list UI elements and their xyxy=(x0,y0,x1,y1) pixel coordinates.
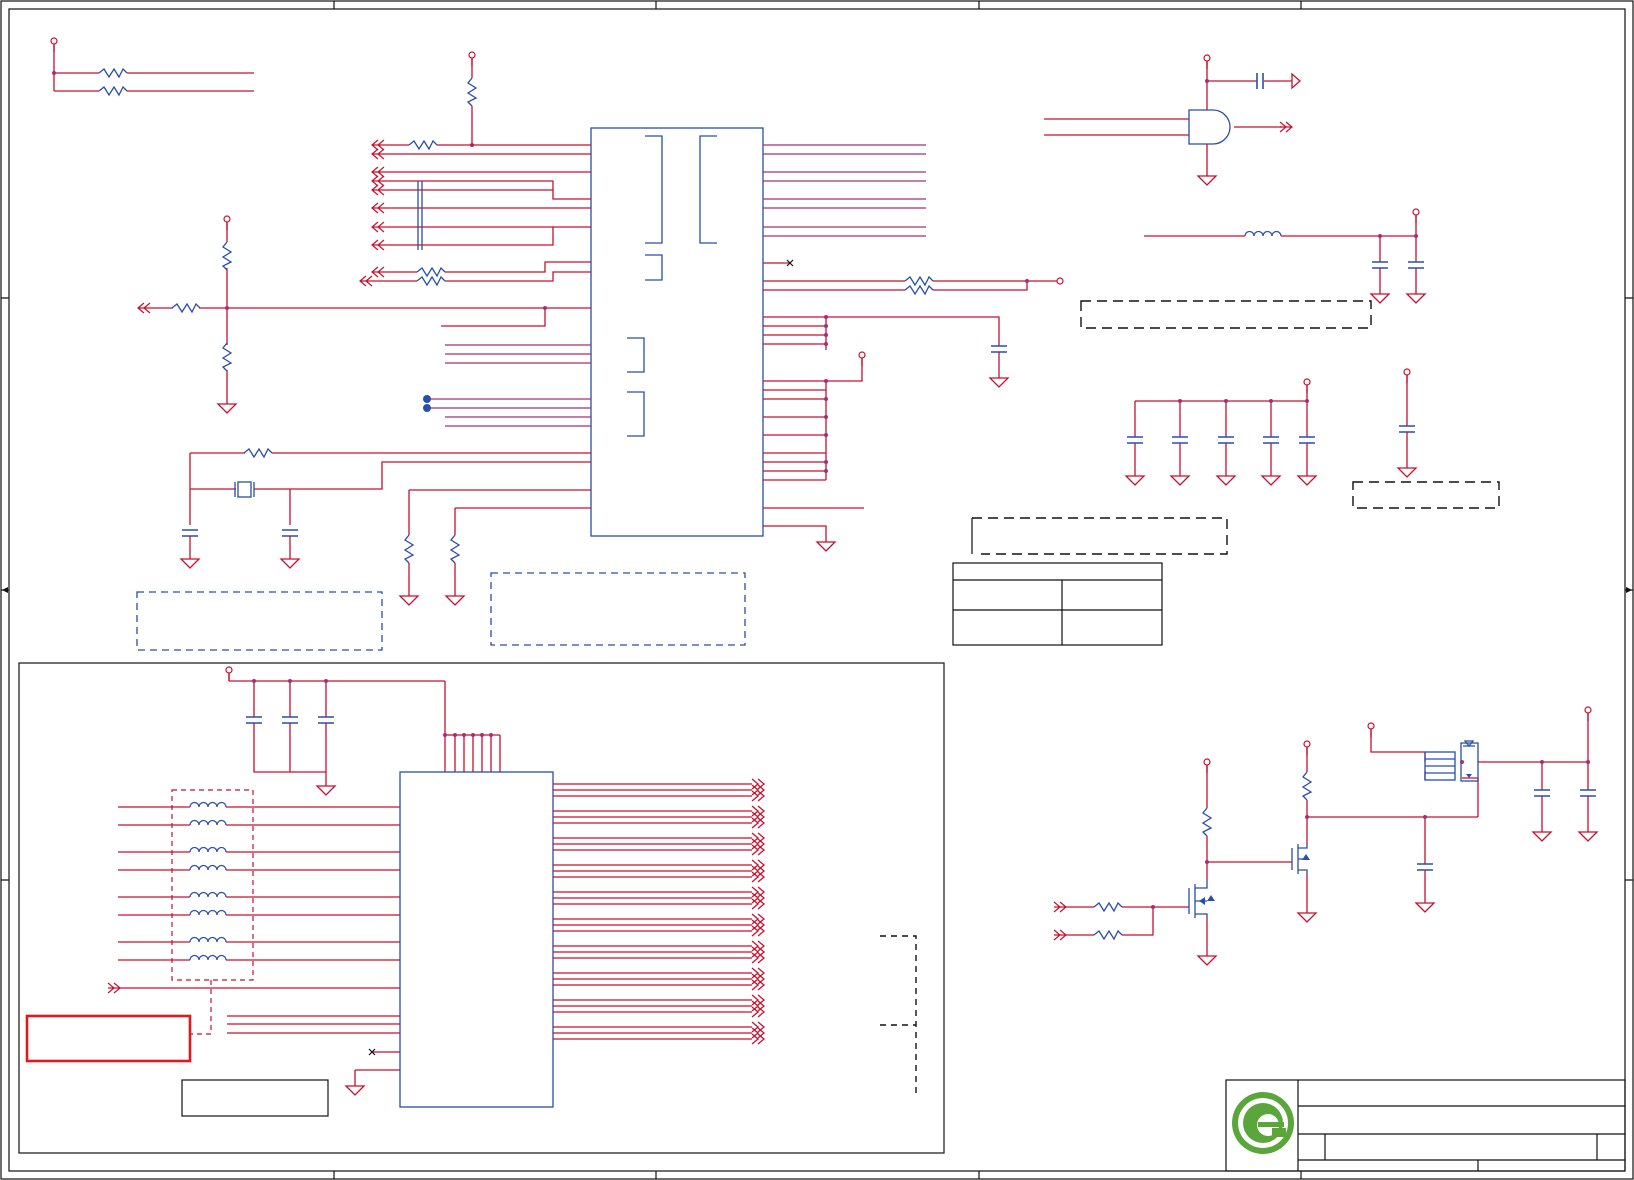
output-net-23 xyxy=(553,979,766,991)
highlight-note-box xyxy=(25,1014,192,1063)
dashed-note-boxes-left xyxy=(136,572,746,651)
and-gate-section xyxy=(1044,54,1301,186)
output-net-18 xyxy=(553,940,766,952)
output-net-14 xyxy=(553,898,766,910)
output-net-11 xyxy=(553,871,766,883)
output-net-6 xyxy=(553,832,766,844)
schematic-canvas xyxy=(0,0,1634,1180)
main-ic xyxy=(590,127,764,537)
output-net-5 xyxy=(553,817,766,829)
output-net-13 xyxy=(553,892,766,904)
main-ic-right-nets xyxy=(763,144,1064,552)
output-net-1 xyxy=(553,784,766,796)
output-net-19 xyxy=(553,946,766,958)
output-net-29 xyxy=(553,1033,766,1045)
output-net-20 xyxy=(553,952,766,964)
option-table xyxy=(952,517,1228,646)
inductor-filter-section xyxy=(1080,208,1426,329)
output-net-9 xyxy=(553,859,766,871)
output-net-12 xyxy=(553,886,766,898)
output-net-7 xyxy=(553,838,766,850)
output-net-24 xyxy=(553,994,766,1006)
sheet-border xyxy=(0,0,1634,1180)
output-net-16 xyxy=(553,919,766,931)
company-logo-icon xyxy=(1232,1092,1294,1154)
mosfet-power-switch xyxy=(1053,706,1598,966)
schematic-sheet xyxy=(0,0,1634,1180)
bottom-left-output-nets xyxy=(553,778,766,1045)
output-net-26 xyxy=(553,1006,766,1018)
output-net-3 xyxy=(553,805,766,817)
output-net-22 xyxy=(553,973,766,985)
main-ic-left-nets xyxy=(137,51,591,606)
output-net-10 xyxy=(553,865,766,877)
output-net-8 xyxy=(553,844,766,856)
decoupling-cap-bank xyxy=(1125,368,1500,509)
output-net-0 xyxy=(553,778,766,790)
output-net-4 xyxy=(553,811,766,823)
output-net-25 xyxy=(553,1000,766,1012)
output-net-2 xyxy=(553,790,766,802)
top-left-resistor-pair xyxy=(50,37,254,96)
output-net-21 xyxy=(553,967,766,979)
output-net-27 xyxy=(553,1021,766,1033)
output-net-15 xyxy=(553,913,766,925)
output-net-28 xyxy=(553,1027,766,1039)
title-block xyxy=(1225,1079,1626,1172)
output-net-17 xyxy=(553,925,766,937)
bottom-left-panel xyxy=(18,662,945,1154)
